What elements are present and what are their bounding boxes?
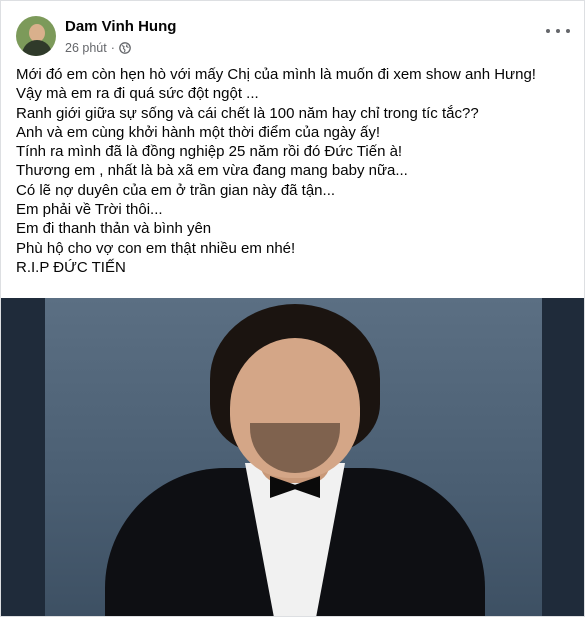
more-options-icon[interactable] <box>546 21 570 41</box>
post-line: R.I.P ĐỨC TIẾN <box>16 258 126 276</box>
post-line: Ranh giới giữa sự sống và cái chết là 10… <box>16 104 479 122</box>
meta-separator: · <box>110 41 115 55</box>
post-line: Em đi thanh thản và bình yên <box>16 220 212 238</box>
post-line: Em phải về Trời thôi... <box>16 201 163 219</box>
globe-icon[interactable] <box>119 42 131 54</box>
portrait-image <box>45 298 542 616</box>
post-card: Dam Vinh Hung 26 phút · Mới đó em còn hẹ… <box>0 0 585 617</box>
post-line: Thương em , nhất là bà xã em vừa đang ma… <box>16 162 408 180</box>
post-meta: 26 phút · <box>65 41 131 55</box>
post-header: Dam Vinh Hung 26 phút · <box>1 1 584 63</box>
post-photo[interactable] <box>1 298 584 616</box>
post-line: Phù hộ cho vợ con em thật nhiều em nhé! <box>16 239 296 257</box>
post-line: Mới đó em còn hẹn hò với mấy Chị của mìn… <box>16 66 536 83</box>
avatar[interactable] <box>16 16 56 56</box>
post-text: Mới đó em còn hẹn hò với mấy Chị của mìn… <box>16 65 576 277</box>
post-line: Tính ra mình đã là đồng nghiệp 25 năm rồ… <box>16 143 403 161</box>
post-line: Vậy mà em ra đi quá sức đột ngột ... <box>16 85 259 103</box>
post-time[interactable]: 26 phút <box>65 41 107 55</box>
post-line: Có lẽ nợ duyên của em ở trần gian này đã… <box>16 181 336 199</box>
author-name[interactable]: Dam Vinh Hung <box>65 18 176 35</box>
avatar-body <box>22 40 52 56</box>
post-line: Anh và em cùng khởi hành một thời điểm c… <box>16 123 381 141</box>
